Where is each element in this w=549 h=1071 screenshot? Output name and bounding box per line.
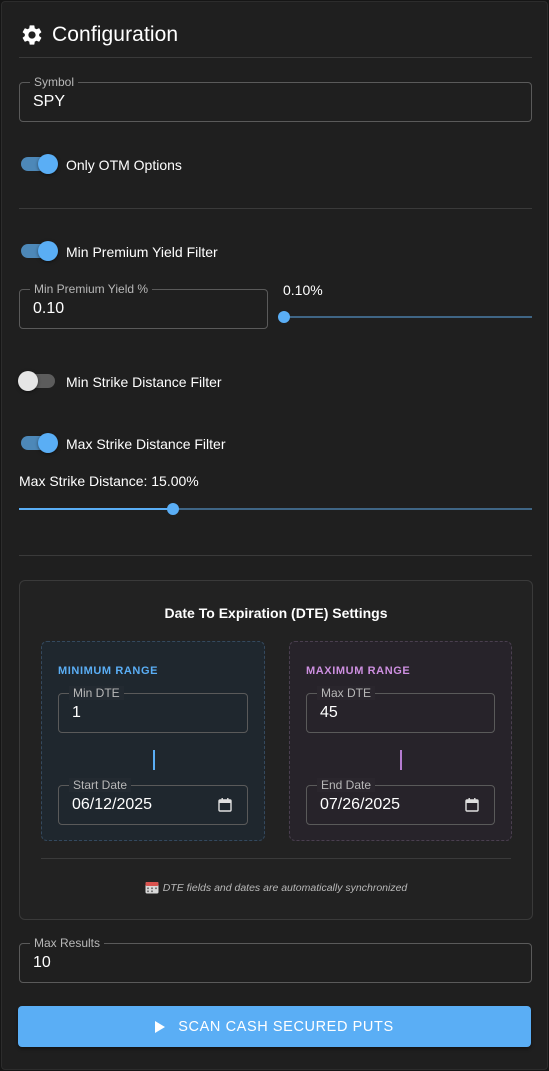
play-icon: [155, 1020, 166, 1033]
slider-rail: [284, 316, 532, 318]
min-premium-yield-value: 0.10: [33, 300, 65, 317]
panel-header: Configuration: [20, 20, 178, 50]
scan-button[interactable]: SCAN CASH SECURED PUTS: [18, 1006, 531, 1047]
section-divider-1: [19, 208, 532, 209]
max-strike-toggle[interactable]: [18, 431, 58, 455]
max-strike-toggle-thumb: [38, 433, 58, 453]
start-date-value: 06/12/2025: [72, 796, 153, 813]
minimum-range-box: MINIMUM RANGE Min DTE 1 Start Date 06/12…: [41, 641, 265, 841]
calendar-icon[interactable]: [217, 797, 233, 813]
otm-toggle-label: Only OTM Options: [66, 157, 182, 173]
header-divider: [19, 57, 532, 58]
min-range-connector: [153, 750, 155, 770]
calendar-icon[interactable]: [464, 797, 480, 813]
end-date-field[interactable]: End Date 07/26/2025: [306, 778, 495, 825]
min-dte-value: 1: [72, 704, 81, 721]
scan-button-label: SCAN CASH SECURED PUTS: [178, 1018, 394, 1035]
gear-icon: [22, 25, 42, 45]
slider-thumb[interactable]: [166, 503, 179, 515]
otm-toggle[interactable]: [18, 152, 58, 176]
max-dte-field[interactable]: Max DTE 45: [306, 686, 495, 733]
start-date-field[interactable]: Start Date 06/12/2025: [58, 778, 248, 825]
minimum-range-heading: MINIMUM RANGE: [58, 665, 159, 677]
slider-fill: [19, 508, 173, 510]
min-premium-yield-readout: 0.10%: [283, 282, 323, 298]
min-premium-toggle-label: Min Premium Yield Filter: [66, 244, 218, 260]
slider-thumb[interactable]: [278, 311, 290, 323]
min-strike-toggle[interactable]: [18, 369, 58, 393]
max-strike-distance-slider[interactable]: [19, 502, 532, 516]
max-results-value: 10: [33, 954, 51, 971]
end-date-value: 07/26/2025: [320, 796, 401, 813]
calendar-emoji-icon: [145, 882, 159, 894]
min-premium-yield-field[interactable]: Min Premium Yield % 0.10: [19, 282, 268, 329]
min-strike-toggle-thumb: [18, 371, 38, 391]
max-dte-value: 45: [320, 704, 338, 721]
min-premium-yield-slider[interactable]: [278, 310, 532, 324]
maximum-range-box: MAXIMUM RANGE Max DTE 45 End Date 07/26/…: [289, 641, 512, 841]
sync-note: DTE fields and dates are automatically s…: [20, 881, 532, 894]
min-strike-toggle-label: Min Strike Distance Filter: [66, 374, 222, 390]
symbol-value: SPY: [33, 93, 66, 110]
max-strike-distance-label: Max Strike Distance: 15.00%: [19, 473, 199, 489]
otm-toggle-thumb: [38, 154, 58, 174]
maximum-range-heading: MAXIMUM RANGE: [306, 665, 411, 677]
min-premium-toggle-thumb: [38, 241, 58, 261]
sync-note-text: DTE fields and dates are automatically s…: [162, 881, 408, 894]
max-strike-toggle-label: Max Strike Distance Filter: [66, 436, 226, 452]
configuration-panel: Configuration Symbol SPY Only OTM Option…: [1, 1, 548, 1070]
max-results-field[interactable]: Max Results 10: [19, 936, 532, 983]
min-dte-field[interactable]: Min DTE 1: [58, 686, 248, 733]
max-range-connector: [400, 750, 402, 770]
page-title: Configuration: [52, 23, 179, 46]
symbol-field[interactable]: Symbol SPY: [19, 75, 532, 122]
dte-card-divider: [41, 858, 511, 859]
section-divider-2: [19, 555, 532, 556]
dte-settings-title: Date To Expiration (DTE) Settings: [164, 605, 388, 621]
min-premium-toggle[interactable]: [18, 239, 58, 263]
dte-settings-card: Date To Expiration (DTE) Settings MINIMU…: [19, 580, 533, 920]
